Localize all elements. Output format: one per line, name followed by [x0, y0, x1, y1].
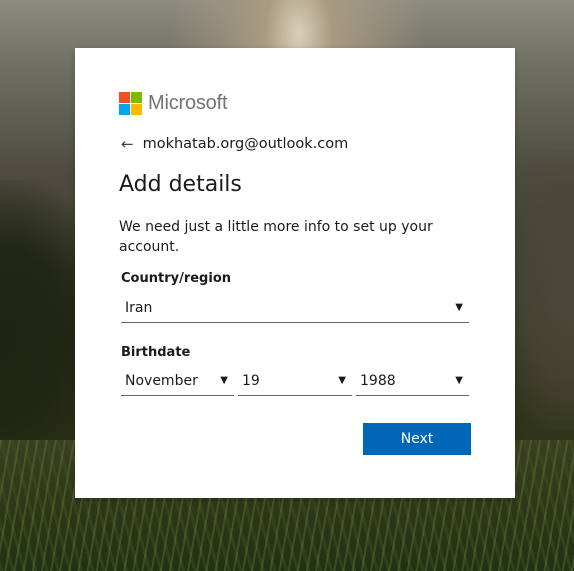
- identity-banner: ← mokhatab.org@outlook.com: [121, 135, 348, 153]
- birth-year-select[interactable]: 1988 ▼: [356, 366, 469, 396]
- birth-month-value: November: [125, 372, 198, 389]
- back-arrow-icon[interactable]: ←: [121, 135, 134, 153]
- signup-card: Microsoft ← mokhatab.org@outlook.com Add…: [75, 48, 515, 498]
- chevron-down-icon: ▼: [455, 375, 463, 386]
- birth-day-value: 19: [242, 372, 260, 389]
- chevron-down-icon: ▼: [455, 302, 463, 313]
- chevron-down-icon: ▼: [220, 375, 228, 386]
- chevron-down-icon: ▼: [338, 375, 346, 386]
- microsoft-logo: Microsoft: [119, 92, 228, 115]
- page-title: Add details: [119, 172, 242, 197]
- country-value: Iran: [125, 299, 153, 316]
- microsoft-logo-icon: [119, 92, 142, 115]
- account-email: mokhatab.org@outlook.com: [142, 136, 349, 152]
- country-select[interactable]: Iran ▼: [121, 293, 469, 323]
- birth-month-select[interactable]: November ▼: [121, 366, 234, 396]
- birthdate-label: Birthdate: [121, 345, 191, 360]
- birth-year-value: 1988: [360, 372, 396, 389]
- next-button[interactable]: Next: [363, 423, 471, 455]
- birth-day-select[interactable]: 19 ▼: [238, 366, 352, 396]
- country-label: Country/region: [121, 271, 232, 286]
- brand-name: Microsoft: [148, 92, 228, 114]
- page-description: We need just a little more info to set u…: [119, 219, 433, 255]
